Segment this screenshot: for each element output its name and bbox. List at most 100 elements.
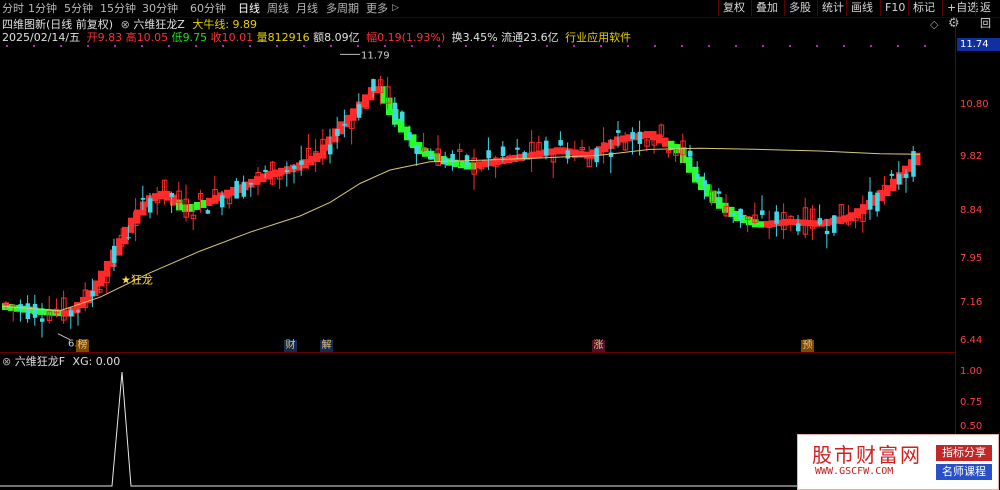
candle-body (342, 123, 347, 126)
trend-ribbon-segment (650, 131, 657, 141)
expand-diamond-icon[interactable]: ◇ (930, 18, 938, 31)
top-dot-marker (6, 45, 8, 47)
top-dot-marker (681, 45, 683, 47)
candle-body (544, 140, 549, 156)
toolbar-button-2[interactable]: 多股 (784, 0, 815, 16)
high-price-marker: 11.79 (361, 50, 390, 61)
event-marker[interactable]: 预 (801, 340, 814, 352)
candle-body (220, 195, 225, 208)
candle-body (126, 237, 131, 239)
main-price-chart[interactable]: 11.796.52★狂龙 (0, 44, 955, 352)
timeframe-tab-0[interactable]: 分时 (2, 1, 24, 16)
toolbar-button-6[interactable]: 标记 (908, 0, 939, 16)
trend-ribbon-segment (398, 118, 405, 133)
trend-ribbon-segment (644, 131, 651, 139)
candle-body (608, 152, 614, 157)
timeframe-tab-6[interactable]: 日线 (238, 1, 260, 16)
price-axis-label: 6.44 (960, 335, 983, 346)
event-marker[interactable]: 解 (320, 340, 333, 352)
quote-volume: 量812916 (256, 31, 310, 44)
candle-body (234, 180, 239, 199)
trend-ribbon-segment (386, 97, 393, 116)
top-dot-marker (384, 45, 386, 47)
trend-ribbon-segment (530, 151, 537, 159)
top-dot-marker (492, 45, 494, 47)
logo-url: WWW.GSCFW.COM (815, 466, 894, 477)
timeframe-tab-5[interactable]: 60分钟 (190, 1, 226, 16)
top-dot-marker (141, 45, 143, 47)
sub-axis-label: 0.50 (960, 421, 983, 432)
candle-body (522, 152, 527, 159)
indicator-name[interactable]: 六维狂龙Z (133, 18, 185, 31)
quote-change: 幅0.19(1.93%) (366, 31, 446, 44)
candle-body (731, 212, 736, 216)
candle-body (450, 154, 455, 161)
timeframe-tab-10[interactable]: 更多 (366, 1, 388, 16)
top-dot-marker (195, 45, 197, 47)
candle-body (328, 144, 333, 155)
trend-ribbon-segment (662, 137, 669, 147)
candle-body (32, 303, 38, 318)
settings-gear-icon[interactable]: ⚙ (948, 16, 960, 31)
trend-ribbon-segment (560, 147, 567, 155)
timeframe-tab-2[interactable]: 5分钟 (64, 1, 93, 16)
quote-high: 高10.05 (125, 31, 169, 44)
top-dot-marker (897, 45, 899, 47)
trend-ribbon-segment (686, 157, 693, 173)
timeframe-tab-7[interactable]: 周线 (267, 1, 289, 16)
more-arrow-icon[interactable]: ▷ (392, 1, 399, 16)
candle-body (630, 132, 635, 140)
quote-turnover: 换3.45% (451, 31, 498, 44)
candle-body (335, 129, 340, 137)
top-dot-marker (519, 45, 521, 47)
price-axis-label: 8.84 (960, 205, 983, 216)
top-dot-marker (762, 45, 764, 47)
trend-ribbon-segment (854, 208, 861, 219)
top-toolbar: 分时 1分钟 5分钟 15分钟 30分钟 60分钟 日线 周线 月线 多周期 更多 ▷ 复权 叠加 多股统… (0, 0, 1000, 30)
indicator-toggle-icon[interactable]: ⊗ (121, 18, 130, 31)
top-dot-marker (789, 45, 791, 47)
candle-body (760, 210, 765, 215)
chart-header: 四维图新(日线 前复权) ⊗ 六维狂龙Z 大牛线: 9.89 (2, 18, 257, 32)
toolbar-button-8[interactable]: 返回 (975, 0, 1000, 30)
toolbar-button-0[interactable]: 复权 (718, 0, 749, 16)
timeframe-tab-9[interactable]: 多周期 (326, 1, 359, 16)
candle-body (40, 318, 45, 322)
event-marker[interactable]: 财 (284, 340, 297, 352)
logo-tag-teacher-course: 名师课程 (936, 464, 992, 480)
trend-ribbon-segment (194, 201, 201, 210)
toolbar-button-1[interactable]: 叠加 (751, 0, 782, 16)
quote-row: 2025/02/14/五 开9.83 高10.05 低9.75 收10.01 量… (2, 31, 631, 45)
toolbar-button-5[interactable]: F10 (880, 0, 909, 16)
event-marker[interactable]: 涨 (592, 340, 605, 352)
top-dot-marker (168, 45, 170, 47)
top-dot-marker (465, 45, 467, 47)
candle-body (738, 208, 743, 220)
candle-body (637, 131, 643, 144)
candle-body (817, 218, 823, 225)
top-dot-marker (33, 45, 35, 47)
event-marker[interactable]: 榜 (76, 340, 89, 352)
toolbar-button-3[interactable]: 统计 (817, 0, 848, 16)
timeframe-tab-1[interactable]: 1分钟 (28, 1, 57, 16)
timeframe-tab-4[interactable]: 30分钟 (142, 1, 178, 16)
candle-body (356, 104, 362, 118)
candle-body (169, 193, 175, 197)
candle-body (284, 170, 290, 172)
trend-ribbon-segment (350, 108, 357, 121)
toolbar-button-4[interactable]: 画线 (846, 0, 877, 16)
axis-divider (955, 17, 956, 490)
top-dot-marker (411, 45, 413, 47)
candle-body (875, 192, 880, 212)
trend-ribbon-segment (842, 215, 849, 223)
top-dot-marker (627, 45, 629, 47)
timeframe-tab-8[interactable]: 月线 (296, 1, 318, 16)
candle-body (392, 102, 398, 121)
logo-tag-indicator-share: 指标分享 (936, 445, 992, 461)
candle-body (695, 173, 700, 180)
trend-ribbon-segment (554, 147, 561, 155)
trend-ribbon-segment (602, 142, 609, 153)
top-dot-marker (654, 45, 656, 47)
trend-ribbon-segment (890, 178, 897, 192)
timeframe-tab-3[interactable]: 15分钟 (100, 1, 136, 16)
